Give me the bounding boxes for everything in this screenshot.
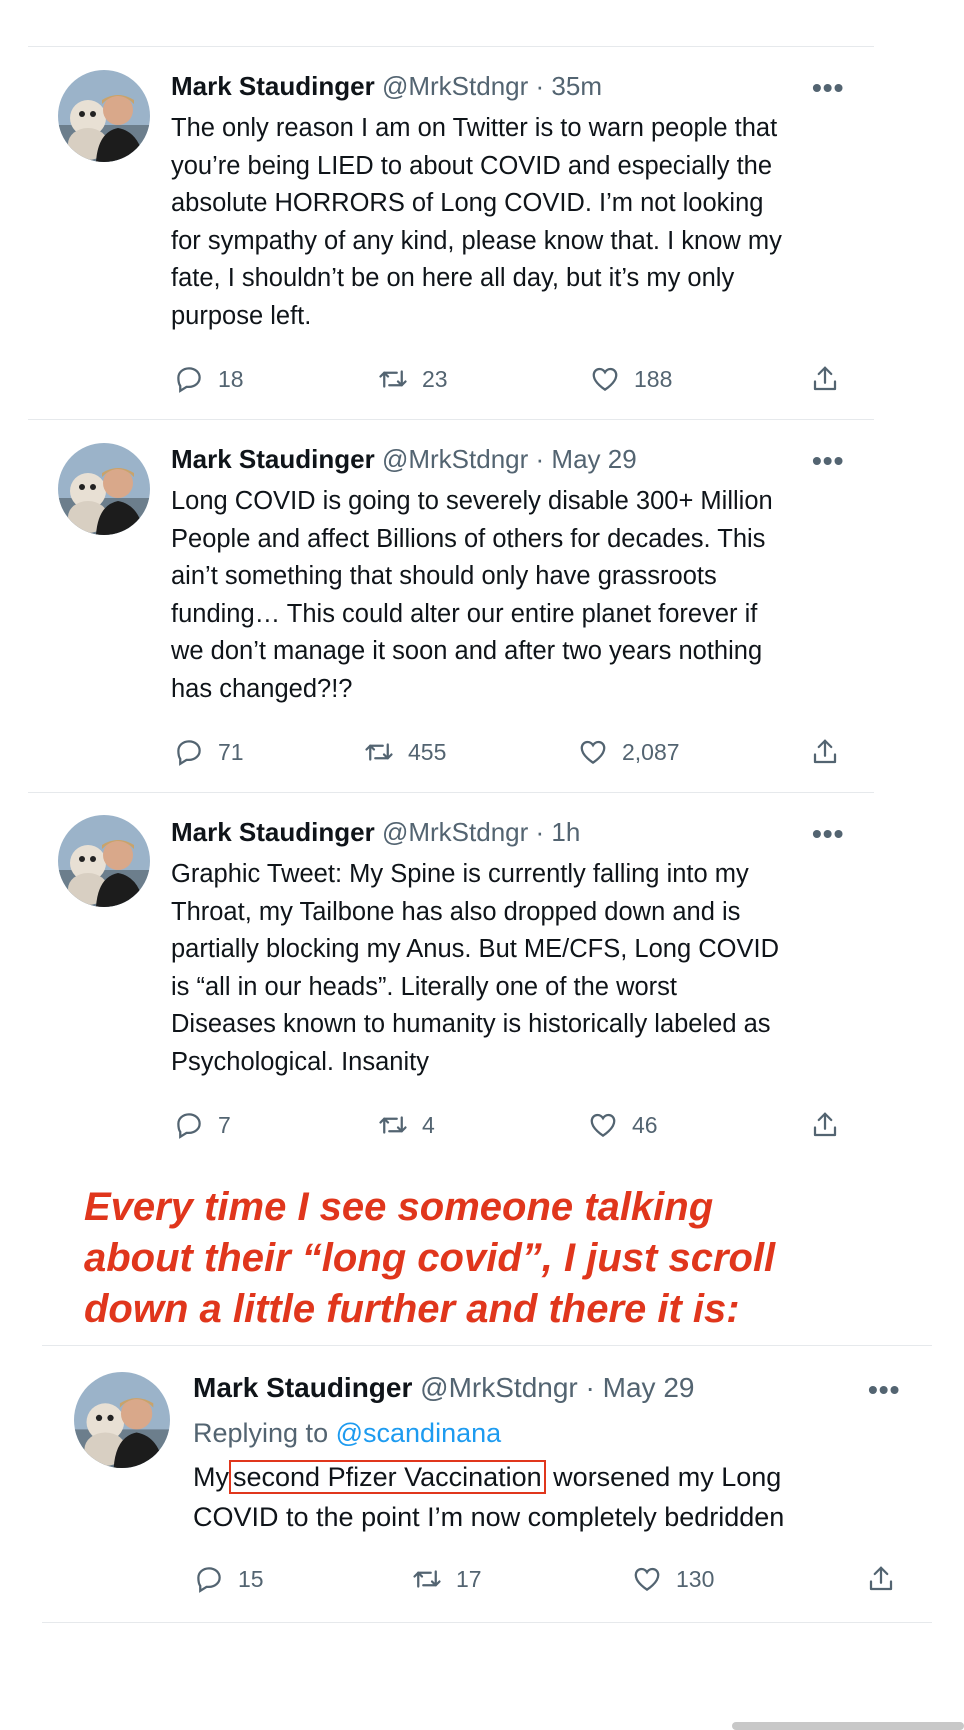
share-button[interactable] — [810, 364, 854, 394]
reply-button[interactable]: 15 — [194, 1564, 264, 1594]
like-count: 46 — [632, 1111, 658, 1138]
like-icon — [634, 1567, 660, 1591]
scrollbar[interactable] — [732, 1722, 964, 1730]
tweet-text: The only reason I am on Twitter is to wa… — [171, 114, 782, 330]
more-icon[interactable]: ••• — [812, 447, 844, 475]
like-icon — [590, 1113, 616, 1137]
more-icon[interactable]: ••• — [812, 820, 844, 848]
tweet-text-part: worsened my Long — [545, 1462, 782, 1492]
tweet-text-part: My — [193, 1462, 229, 1492]
tweet-header: Mark Staudinger @MrkStdngr · 35m — [171, 70, 602, 102]
reply-count: 71 — [218, 738, 244, 765]
share-icon — [813, 1112, 837, 1137]
share-icon — [869, 1566, 893, 1591]
separator-dot: · — [535, 817, 545, 847]
reply-count: 7 — [218, 1111, 231, 1138]
retweet-count: 23 — [422, 365, 448, 392]
like-button[interactable]: 130 — [632, 1564, 714, 1594]
divider — [28, 46, 874, 47]
display-name[interactable]: Mark Staudinger — [171, 444, 375, 474]
tweet-header: Mark Staudinger @MrkStdngr · 1h — [171, 816, 580, 848]
user-handle[interactable]: @MrkStdngr — [382, 71, 528, 101]
divider — [28, 792, 874, 793]
avatar[interactable] — [58, 815, 150, 907]
divider — [42, 1345, 932, 1346]
reply-icon — [197, 1567, 221, 1593]
display-name[interactable]: Mark Staudinger — [171, 817, 375, 847]
like-count: 188 — [634, 365, 673, 392]
like-button[interactable]: 188 — [590, 364, 672, 394]
user-handle[interactable]: @MrkStdngr — [420, 1372, 578, 1403]
retweet-count: 4 — [422, 1111, 435, 1138]
reply-button[interactable]: 7 — [174, 1110, 231, 1140]
like-count: 2,087 — [622, 738, 680, 765]
retweet-button[interactable]: 4 — [378, 1110, 435, 1140]
annotation-caption: Every time I see someone talking about t… — [84, 1185, 776, 1331]
retweet-icon — [379, 1116, 407, 1134]
tweet-text: Long COVID is going to severely disable … — [171, 487, 773, 703]
like-icon — [580, 740, 606, 764]
like-count: 130 — [676, 1565, 715, 1592]
tweet-header: Mark Staudinger @MrkStdngr · May 29 — [171, 443, 637, 475]
retweet-count: 17 — [456, 1565, 482, 1592]
share-button[interactable] — [810, 737, 854, 767]
share-button[interactable] — [810, 1110, 854, 1140]
avatar-image — [74, 1372, 170, 1468]
like-button[interactable]: 2,087 — [578, 737, 680, 767]
avatar-image — [58, 70, 150, 162]
replying-to-label: Replying to — [193, 1418, 329, 1448]
reply-icon — [177, 1113, 201, 1139]
display-name[interactable]: Mark Staudinger — [193, 1372, 412, 1403]
reply-icon — [177, 367, 201, 393]
timestamp[interactable]: May 29 — [551, 444, 636, 474]
reply-count: 15 — [238, 1565, 264, 1592]
replying-to: Replying to @scandinana — [193, 1417, 501, 1449]
display-name[interactable]: Mark Staudinger — [171, 71, 375, 101]
timestamp[interactable]: 35m — [551, 71, 602, 101]
divider — [42, 1622, 932, 1623]
retweet-button[interactable]: 23 — [378, 364, 448, 394]
user-handle[interactable]: @MrkStdngr — [382, 444, 528, 474]
separator-dot: · — [535, 444, 545, 474]
avatar-image — [58, 815, 150, 907]
like-button[interactable]: 46 — [588, 1110, 658, 1140]
divider — [28, 419, 874, 420]
more-icon[interactable]: ••• — [868, 1376, 900, 1404]
user-handle[interactable]: @MrkStdngr — [382, 817, 528, 847]
share-button[interactable] — [866, 1564, 910, 1594]
like-icon — [592, 367, 618, 391]
share-icon — [813, 739, 837, 764]
tweet-text-line: COVID to the point I’m now completely be… — [193, 1502, 785, 1532]
avatar-image — [58, 443, 150, 535]
tweet-text: Graphic Tweet: My Spine is currently fal… — [171, 860, 779, 1076]
reply-button[interactable]: 71 — [174, 737, 244, 767]
avatar[interactable] — [58, 70, 150, 162]
retweet-icon — [365, 743, 393, 761]
avatar[interactable] — [58, 443, 150, 535]
retweet-icon — [379, 370, 407, 388]
retweet-count: 455 — [408, 738, 447, 765]
reply-icon — [177, 740, 201, 766]
separator-dot: · — [535, 71, 545, 101]
retweet-icon — [413, 1570, 441, 1588]
tweet-header: Mark Staudinger @MrkStdngr · May 29 — [193, 1372, 694, 1404]
highlighted-phrase: second Pfizer Vaccination — [229, 1460, 546, 1494]
more-icon[interactable]: ••• — [812, 74, 844, 102]
timestamp[interactable]: 1h — [551, 817, 580, 847]
mention-link[interactable]: @scandinana — [336, 1418, 502, 1448]
retweet-button[interactable]: 17 — [412, 1564, 482, 1594]
reply-button[interactable]: 18 — [174, 364, 244, 394]
timestamp[interactable]: May 29 — [603, 1372, 695, 1403]
tweet-text: My second Pfizer Vaccination worsened my … — [193, 1457, 933, 1537]
separator-dot: · — [585, 1372, 595, 1403]
reply-count: 18 — [218, 365, 244, 392]
share-icon — [813, 366, 837, 391]
retweet-button[interactable]: 455 — [364, 737, 446, 767]
avatar[interactable] — [74, 1372, 170, 1468]
